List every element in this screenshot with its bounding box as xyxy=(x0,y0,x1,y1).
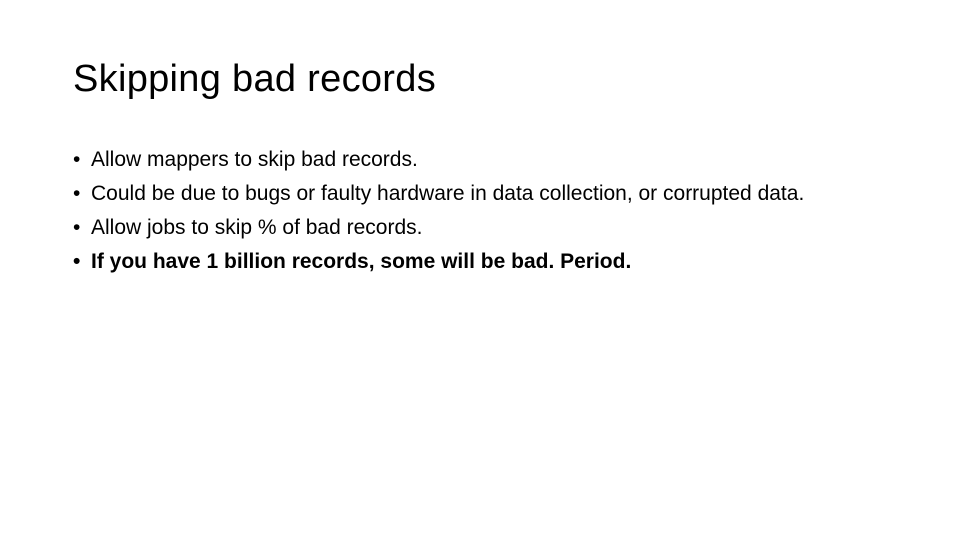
bullet-item: • Allow jobs to skip % of bad records. xyxy=(73,214,893,241)
bullet-icon: • xyxy=(73,250,81,273)
bullet-icon: • xyxy=(73,148,81,171)
bullet-item-emphasis: • If you have 1 billion records, some wi… xyxy=(73,248,893,275)
bullet-item: • Could be due to bugs or faulty hardwar… xyxy=(73,180,893,207)
bullet-text: Allow mappers to skip bad records. xyxy=(91,148,418,171)
bullet-text: Could be due to bugs or faulty hardware … xyxy=(91,182,805,205)
bullet-text: Allow jobs to skip % of bad records. xyxy=(91,216,423,239)
bullet-list: • Allow mappers to skip bad records. • C… xyxy=(73,146,893,282)
slide-title: Skipping bad records xyxy=(73,58,436,100)
bullet-text: If you have 1 billion records, some will… xyxy=(91,250,632,273)
bullet-icon: • xyxy=(73,216,81,239)
bullet-icon: • xyxy=(73,182,81,205)
bullet-item: • Allow mappers to skip bad records. xyxy=(73,146,893,173)
